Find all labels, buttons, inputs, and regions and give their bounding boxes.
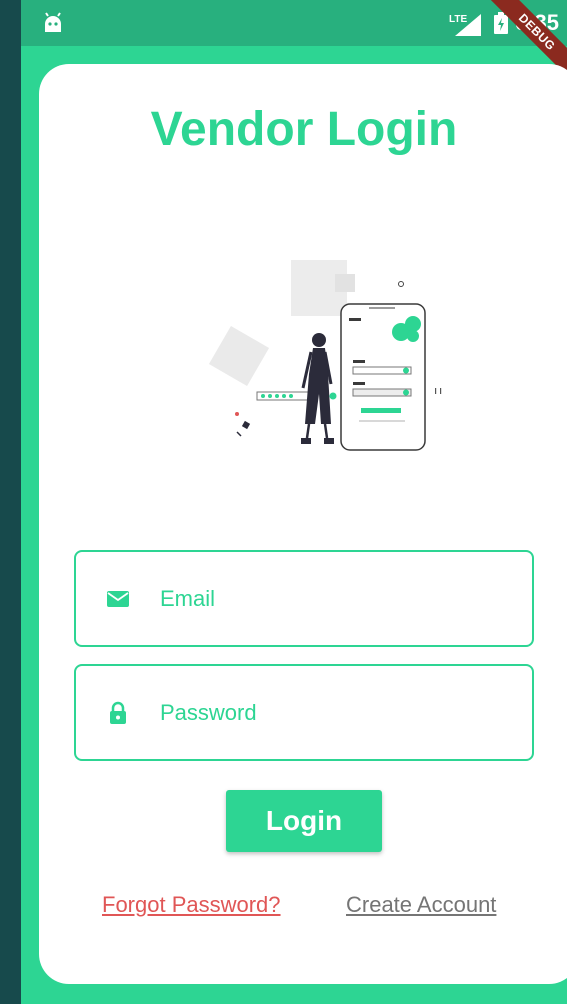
password-input[interactable] bbox=[160, 700, 500, 726]
android-icon bbox=[45, 12, 61, 32]
mail-icon bbox=[107, 591, 129, 607]
login-illustration bbox=[208, 260, 442, 451]
forgot-password-link[interactable]: Forgot Password? bbox=[102, 892, 281, 918]
login-button[interactable]: Login bbox=[226, 790, 382, 852]
page-title: Vendor Login bbox=[150, 103, 458, 156]
email-input[interactable] bbox=[160, 586, 500, 612]
password-field[interactable] bbox=[74, 664, 534, 761]
login-card: Vendor Login Email Login Forgot Password… bbox=[39, 64, 567, 984]
status-bar: LTE 6:35 DEBUG bbox=[21, 0, 567, 82]
lock-icon bbox=[110, 701, 126, 724]
phone-screen: LTE 6:35 DEBUG Vendor Login bbox=[21, 0, 567, 1004]
signal-icon bbox=[455, 14, 481, 36]
email-field[interactable] bbox=[74, 550, 534, 647]
create-account-link[interactable]: Create Account bbox=[346, 892, 496, 918]
